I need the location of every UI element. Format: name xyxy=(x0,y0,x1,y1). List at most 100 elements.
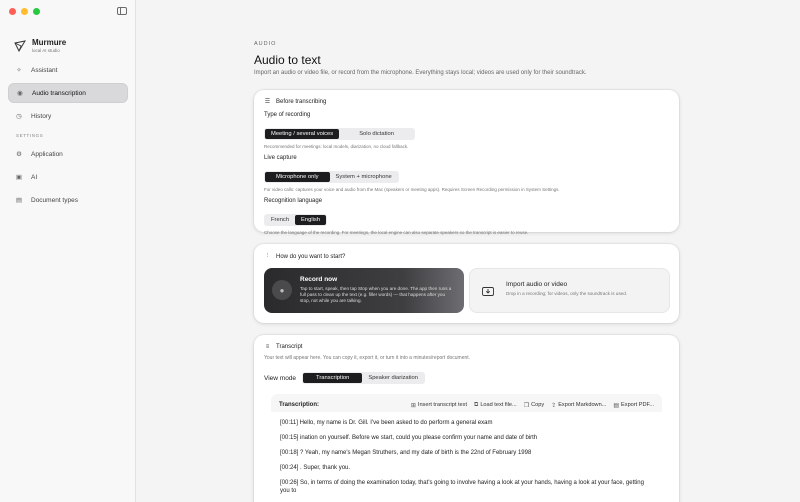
tile-title: Import audio or video xyxy=(506,281,568,288)
language-segmented: French English xyxy=(264,214,328,226)
load-text-file-button[interactable]: ⧉ Load text file... xyxy=(474,402,517,409)
live-capture-group: Live capture Microphone only System + mi… xyxy=(264,155,669,192)
transcript-hint: Your text will appear here. You can copy… xyxy=(264,355,471,361)
record-now-button[interactable]: ● Record now Tap to start, speak, then t… xyxy=(264,268,464,313)
export-icon: ⇪ xyxy=(551,402,557,409)
main-nav: ✧ Assistant ◉ Audio transcription ◷ Hist… xyxy=(8,60,128,213)
view-mode-row: View mode Transcription Speaker diarizat… xyxy=(264,372,425,384)
sidebar-toggle-icon[interactable] xyxy=(117,7,127,15)
tab-transcription[interactable]: Transcription xyxy=(303,373,363,383)
language-group: Recognition language French English Choo… xyxy=(264,198,669,235)
sidebar-item-audio-transcription[interactable]: ◉ Audio transcription xyxy=(8,83,128,103)
sidebar-item-document-types[interactable]: ▤ Document types xyxy=(8,190,128,210)
waveform-icon: ◉ xyxy=(17,90,23,97)
transcript-line: [00:24] . Super, thank you. xyxy=(280,465,351,472)
option-system-microphone[interactable]: System + microphone xyxy=(330,172,398,182)
tab-speaker-diarization[interactable]: Speaker diarization xyxy=(362,373,424,383)
sidebar-item-label: Assistant xyxy=(31,66,58,74)
sidebar-item-label: Application xyxy=(31,150,63,158)
copy-button[interactable]: ❐ Copy xyxy=(524,402,544,409)
insert-text-icon: ⊞ xyxy=(410,402,416,409)
view-mode-segmented: Transcription Speaker diarization xyxy=(302,372,425,384)
option-french[interactable]: French xyxy=(265,215,295,225)
export-markdown-button[interactable]: ⇪ Export Markdown... xyxy=(551,402,606,409)
recording-type-group: Type of recording Meeting / several voic… xyxy=(264,112,669,149)
transcript-text-area[interactable]: [00:11] Hello, my name is Dr. Gill. I've… xyxy=(271,412,662,502)
waveform-icon: ⫶ xyxy=(266,253,269,259)
lines-icon: ≡ xyxy=(265,344,270,350)
copy-icon: ❐ xyxy=(523,402,530,409)
transcript-line: [00:26] So, in terms of doing the examin… xyxy=(280,480,644,495)
recording-type-segmented: Meeting / several voices Solo dictation xyxy=(264,128,415,140)
brand-name: Murmure xyxy=(32,38,67,47)
transcript-box: Transcription: ⊞ Insert transcript text … xyxy=(271,394,662,502)
sidebar-item-assistant[interactable]: ✧ Assistant xyxy=(8,60,128,80)
transcript-line: [00:18] ? Yeah, my name's Megan Struther… xyxy=(280,450,532,457)
import-audio-video-button[interactable]: Import audio or video Drop in a recordin… xyxy=(469,268,670,313)
sidebar-item-history[interactable]: ◷ History xyxy=(8,106,128,126)
microphone-icon: ● xyxy=(272,280,292,300)
button-label: Export Markdown... xyxy=(558,402,607,408)
document-icon: ▤ xyxy=(613,402,620,409)
settings-section-label: SETTINGS xyxy=(16,133,44,138)
folder-icon: ⧉ xyxy=(474,401,479,408)
tile-title: Record now xyxy=(300,276,338,283)
brand-subtitle: local AI studio xyxy=(32,48,60,53)
minimize-window-button[interactable] xyxy=(21,8,28,15)
transcript-actions: ⊞ Insert transcript text ⧉ Load text fil… xyxy=(411,402,654,409)
main-content: AUDIO Audio to text Import an audio or v… xyxy=(137,0,800,502)
ai-chip-icon: ▣ xyxy=(15,174,23,181)
brand: Murmure local AI studio xyxy=(14,38,66,53)
page-title: Audio to text xyxy=(254,53,321,67)
gear-icon: ⚙ xyxy=(16,151,22,158)
transcript-toolbar: Transcription: ⊞ Insert transcript text … xyxy=(271,394,662,410)
before-transcribing-card: ☰ Before transcribing Type of recording … xyxy=(254,90,679,235)
sidebar-item-ai[interactable]: ▣ AI xyxy=(8,167,128,187)
card-title: Transcript xyxy=(276,344,303,350)
card-header: ☰ Before transcribing xyxy=(264,98,669,106)
insert-transcript-button[interactable]: ⊞ Insert transcript text xyxy=(411,402,467,409)
field-label: Live capture xyxy=(264,155,297,161)
button-label: Load text file... xyxy=(480,402,517,408)
page-eyebrow: AUDIO xyxy=(254,41,277,47)
zoom-window-button[interactable] xyxy=(33,8,40,15)
field-label: Type of recording xyxy=(264,112,311,118)
sidebar-item-label: AI xyxy=(31,173,38,181)
card-header: ≡ Transcript xyxy=(264,344,303,350)
sidebar-item-label: Audio transcription xyxy=(32,89,86,97)
start-card: ⫶ How do you want to start? ● Record now… xyxy=(254,244,679,323)
document-icon: ▤ xyxy=(15,197,23,204)
tile-description: Drop in a recording; for videos, only th… xyxy=(506,291,628,296)
window-controls xyxy=(9,8,40,15)
option-solo-dictation[interactable]: Solo dictation xyxy=(339,129,414,139)
sidebar-item-application[interactable]: ⚙ Application xyxy=(8,144,128,164)
option-microphone-only[interactable]: Microphone only xyxy=(265,172,330,182)
field-label: Recognition language xyxy=(264,198,323,204)
tile-description: Tap to start, speak, then tap Stop when … xyxy=(300,286,452,304)
sparkle-icon: ✧ xyxy=(16,67,22,74)
live-capture-segmented: Microphone only System + microphone xyxy=(264,171,399,183)
button-label: Copy xyxy=(531,402,545,408)
transcript-card: ≡ Transcript Your text will appear here.… xyxy=(254,335,679,502)
export-pdf-button[interactable]: ▤ Export PDF... xyxy=(613,402,654,409)
option-english[interactable]: English xyxy=(295,215,327,225)
app-window: Murmure local AI studio ✧ Assistant ◉ Au… xyxy=(0,0,800,502)
button-label: Insert transcript text xyxy=(417,402,468,408)
field-hint: For video calls: captures your voice and… xyxy=(264,187,560,192)
field-hint: Recommended for meetings: local models, … xyxy=(264,144,409,149)
brand-logo-icon xyxy=(14,39,26,52)
transcript-line: [00:11] Hello, my name is Dr. Gill. I've… xyxy=(280,420,493,426)
transcript-box-title: Transcription: xyxy=(279,402,320,408)
clock-icon: ◷ xyxy=(16,113,22,120)
sidebar: Murmure local AI studio ✧ Assistant ◉ Au… xyxy=(0,0,136,502)
sidebar-item-label: History xyxy=(31,112,52,120)
list-icon: ☰ xyxy=(264,99,271,105)
option-meeting[interactable]: Meeting / several voices xyxy=(265,129,340,139)
card-title: Before transcribing xyxy=(276,98,327,105)
card-title: How do you want to start? xyxy=(276,253,346,260)
field-hint: Choose the language of the recording. Fo… xyxy=(264,230,529,235)
page-subtitle: Import an audio or video file, or record… xyxy=(254,70,587,76)
card-header: ⫶ How do you want to start? xyxy=(264,253,346,260)
import-file-icon xyxy=(478,281,498,301)
close-window-button[interactable] xyxy=(9,8,16,15)
